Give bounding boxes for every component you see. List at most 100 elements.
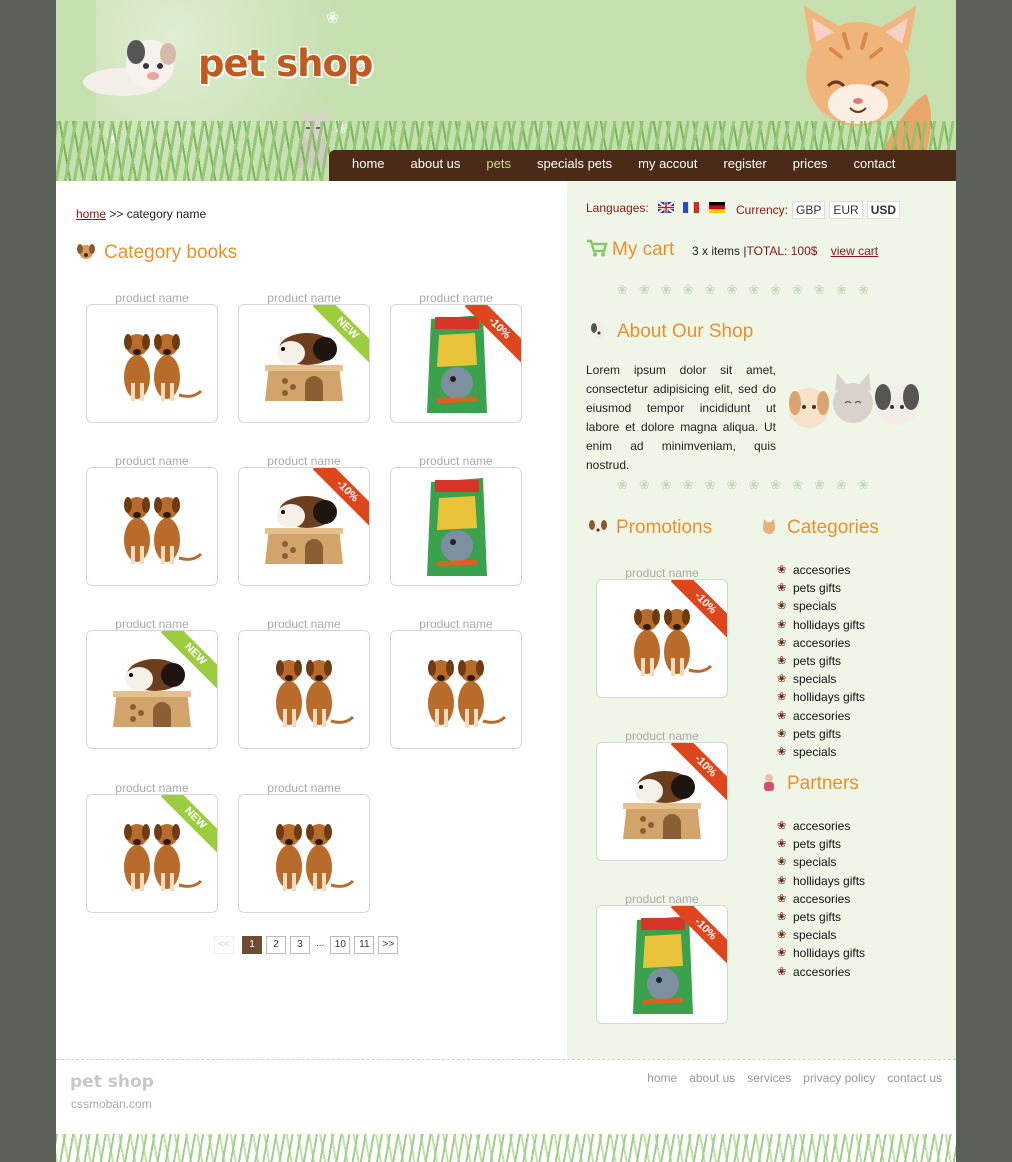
category-item[interactable]: pets gifts [777,579,865,597]
pagination-page[interactable]: 10 [330,936,351,954]
fr-flag-icon[interactable] [683,202,700,213]
nav-item-about-us[interactable]: about us [411,150,461,177]
currency-usd[interactable]: USD [866,201,901,219]
dog-head-icon [77,244,95,259]
nav-item-home[interactable]: home [352,150,385,177]
pagination-page[interactable]: 2 [266,936,286,954]
languages-label: Languages: [586,201,649,215]
category-item[interactable]: hollidays gifts [777,688,865,706]
product-card[interactable] [390,467,522,586]
partners-list: accesoriespets giftsspecialshollidays gi… [777,817,865,981]
product-card[interactable] [390,630,522,749]
categories-heading: Categories [759,516,879,539]
site-logo[interactable]: pet shop [198,42,373,85]
footer-grass [56,1134,956,1162]
nav-item-my-accout[interactable]: my accout [638,150,697,177]
pagination-prev[interactable]: << [214,936,234,954]
about-heading: About Our Shop [589,320,753,343]
category-item[interactable]: hollidays gifts [777,616,865,634]
nav-item-contact[interactable]: contact [853,150,895,177]
footer-site: cssmoban.com [71,1097,152,1111]
product-name[interactable]: product name [390,617,522,631]
product-card[interactable]: -10% [596,742,728,861]
product-card[interactable]: -10% [390,304,522,423]
partner-item[interactable]: pets gifts [777,835,865,853]
product-name[interactable]: product name [238,617,370,631]
footer: pet shop cssmoban.com home about us servic… [56,1059,956,1162]
category-item[interactable]: accesories [777,561,865,579]
en-flag-icon[interactable] [658,202,675,213]
product-name[interactable]: product name [86,617,218,631]
view-cart-link[interactable]: view cart [831,244,878,258]
breadcrumb-separator: >> [109,207,124,221]
product-name[interactable]: product name [596,566,728,580]
product-card[interactable] [86,304,218,423]
product-card[interactable] [86,467,218,586]
pagination-page[interactable]: 3 [290,936,310,954]
language-selector: Languages: [586,201,725,215]
nav-item-prices[interactable]: prices [793,150,828,177]
about-text: Lorem ipsum dolor sit amet, consectetur … [586,363,776,472]
category-item[interactable]: specials [777,670,865,688]
shopping-cart-icon [587,239,608,257]
product-card[interactable]: NEW [86,630,218,749]
product-name[interactable]: product name [596,729,728,743]
pagination-page[interactable]: 11 [354,936,375,954]
product-name[interactable]: product name [86,291,218,305]
category-item[interactable]: pets gifts [777,725,865,743]
product-name[interactable]: product name [238,454,370,468]
partners-title: Partners [787,773,859,794]
currency-gbp[interactable]: GBP [792,201,826,219]
product-name[interactable]: product name [596,892,728,906]
footer-link-services[interactable]: services [747,1071,791,1085]
breadcrumb: home >> category name [76,207,206,221]
product-name[interactable]: product name [86,454,218,468]
nav-item-specials-pets[interactable]: specials pets [537,150,612,177]
breadcrumb-home-link[interactable]: home [76,207,106,221]
category-item[interactable]: specials [777,743,865,761]
dog-head-icon [589,520,607,534]
nav-item-register[interactable]: register [723,150,766,177]
currency-eur[interactable]: EUR [829,201,863,219]
product-name[interactable]: product name [390,454,522,468]
category-item[interactable]: pets gifts [777,652,865,670]
pagination-ellipsis: ... [316,938,325,949]
nav-item-pets[interactable]: pets [486,150,511,177]
person-icon [764,774,774,791]
partner-item[interactable]: accesories [777,890,865,908]
product-card[interactable]: -10% [596,905,728,1024]
product-card[interactable] [238,630,370,749]
product-card[interactable]: NEW [86,794,218,913]
category-item[interactable]: accesories [777,634,865,652]
product-name[interactable]: product name [238,291,370,305]
pagination-page[interactable]: 1 [242,936,262,954]
product-card[interactable]: -10% [238,467,370,586]
footer-link-contact-us[interactable]: contact us [887,1071,942,1085]
product-name[interactable]: product name [390,291,522,305]
footer-link-privacy-policy[interactable]: privacy policy [803,1071,875,1085]
partner-item[interactable]: pets gifts [777,908,865,926]
pagination: << 1 2 3... 10 11 >> [214,936,399,954]
main-content: home >> category name Category books pro… [56,181,567,1059]
partner-item[interactable]: hollidays gifts [777,872,865,890]
footer-link-about-us[interactable]: about us [689,1071,735,1085]
partner-item[interactable]: hollidays gifts [777,944,865,962]
partner-item[interactable]: specials [777,853,865,871]
product-card[interactable] [238,794,370,913]
pagination-next[interactable]: >> [378,936,399,954]
paw-divider: ❀❀❀❀❀❀❀❀❀❀❀❀ [617,282,880,297]
product-card[interactable]: -10% [596,579,728,698]
product-name[interactable]: product name [86,781,218,795]
partner-item[interactable]: accesories [777,817,865,835]
partner-item[interactable]: accesories [777,963,865,981]
category-title: Category books [104,242,238,263]
footer-link-home[interactable]: home [647,1071,677,1085]
category-item[interactable]: accesories [777,707,865,725]
product-name[interactable]: product name [238,781,370,795]
de-flag-icon[interactable] [708,202,725,213]
product-card[interactable]: NEW [238,304,370,423]
footer-logo[interactable]: pet shop [70,1072,154,1092]
category-item[interactable]: specials [777,597,865,615]
partner-item[interactable]: specials [777,926,865,944]
header: ❀ ❀ ❀ ❀ pet shop [56,0,956,181]
